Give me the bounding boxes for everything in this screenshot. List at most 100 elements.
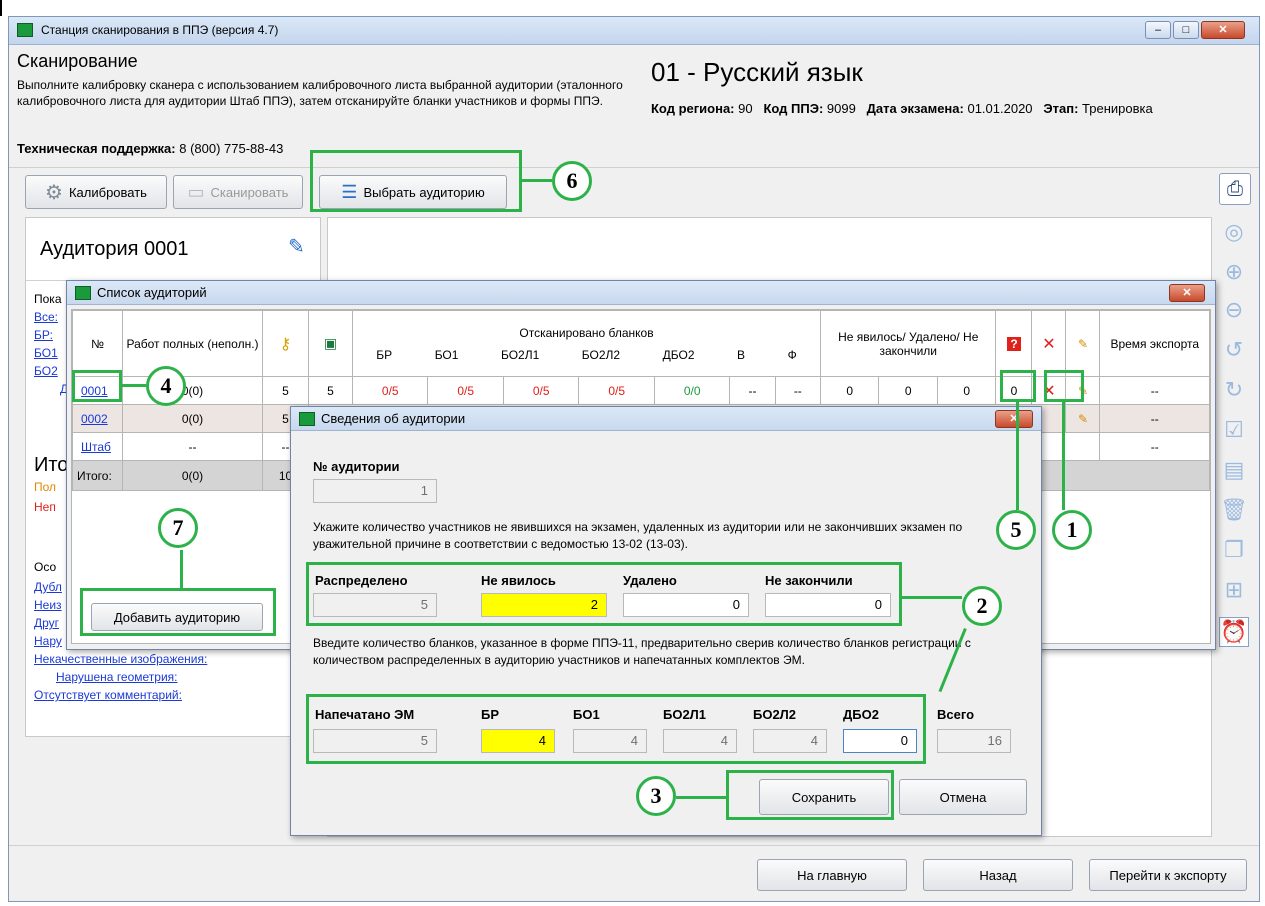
- callout-line: [522, 179, 552, 182]
- cell-dbo2: 0/0: [653, 376, 731, 405]
- go-to-export-button[interactable]: Перейти к экспорту: [1089, 859, 1247, 891]
- bad-images-link[interactable]: Некачественные изображения:: [34, 652, 207, 666]
- special-label: Осо: [34, 560, 57, 574]
- app-icon: [299, 411, 315, 426]
- filter-bo1[interactable]: БО1: [34, 346, 58, 360]
- filter-bo2[interactable]: БО2: [34, 364, 58, 378]
- room-info-title: Сведения об аудитории: [321, 411, 466, 426]
- maximize-button[interactable]: □: [1173, 21, 1199, 39]
- col-edit: ✎: [1065, 310, 1101, 377]
- broken-geometry-link[interactable]: Нарушена геометрия:: [56, 670, 178, 684]
- cell-keys: 5: [262, 376, 309, 405]
- page-heading: Сканирование: [17, 51, 138, 71]
- col-question: ?: [995, 310, 1033, 377]
- rotate-right-icon[interactable]: ↻: [1219, 375, 1249, 405]
- app-icon: [75, 285, 91, 300]
- ppe-value: 9099: [826, 101, 856, 116]
- pages-icon[interactable]: ❐: [1219, 535, 1249, 565]
- edit-icon[interactable]: ✎: [1078, 412, 1088, 426]
- close-button[interactable]: ✕: [1201, 21, 1245, 39]
- check-icon[interactable]: ☑: [1219, 415, 1249, 445]
- room-no-link[interactable]: Штаб: [72, 432, 123, 461]
- cell-unfinished: 0: [936, 376, 997, 405]
- cell-v: --: [729, 376, 776, 405]
- cell-absent: 0: [819, 376, 880, 405]
- room-no-field: 1: [313, 479, 437, 503]
- cell-export: --: [1099, 376, 1210, 405]
- callout-line: [1062, 402, 1065, 510]
- question-icon: ?: [1007, 336, 1021, 351]
- home-button[interactable]: На главную: [757, 859, 907, 891]
- alarm-icon[interactable]: ⏰: [1219, 617, 1249, 647]
- highlight-delete: [1000, 370, 1036, 402]
- room-link-0002[interactable]: 0002: [81, 412, 108, 426]
- instructions: Выполните калибровку сканера с использов…: [17, 78, 623, 108]
- callout-line: [1016, 402, 1019, 510]
- back-button[interactable]: Назад: [923, 859, 1073, 891]
- col-no: №: [72, 310, 123, 377]
- rotate-left-icon[interactable]: ↺: [1219, 335, 1249, 365]
- delete-x-icon: ✕: [1042, 335, 1056, 353]
- region-value: 90: [738, 101, 753, 116]
- room-no-link[interactable]: 0002: [72, 404, 123, 433]
- col-scanned: Отсканировано бланков БР БО1 БО2Л1 БО2Л2…: [352, 310, 821, 377]
- cancel-button[interactable]: Отмена: [899, 779, 1027, 815]
- callout-line: [902, 596, 962, 599]
- print-icon[interactable]: ⎙: [1219, 173, 1251, 205]
- table-row[interactable]: 0001 0(0) 5 5 0/5 0/5 0/5 0/5 0/0 -- -- …: [72, 376, 1210, 405]
- sub-v: В: [737, 347, 746, 362]
- room-info-titlebar: Сведения об аудитории: [291, 407, 1041, 431]
- rooms-table-header: № Работ полных (неполн.) ⚷ ▣ Отсканирова…: [72, 310, 1210, 377]
- special-violation[interactable]: Нару: [34, 634, 62, 648]
- callout-3: 3: [636, 776, 676, 816]
- date-label: Дата экзамена:: [866, 101, 964, 116]
- right-toolbar: ◎ ⊕ ⊖ ↺ ↻ ☑ ▤ 🗑 ❐ ⊞ ⏰: [1217, 217, 1253, 697]
- col-save: ▣: [308, 310, 353, 377]
- support-label: Техническая поддержка:: [17, 141, 176, 156]
- special-other[interactable]: Друг: [34, 616, 59, 630]
- special-dup[interactable]: Дубл: [34, 580, 62, 594]
- cell-removed: 0: [878, 376, 938, 405]
- zoom-in-icon[interactable]: ⊕: [1219, 257, 1249, 287]
- zoom-out-icon[interactable]: ⊖: [1219, 295, 1249, 325]
- filter-br[interactable]: БР:: [34, 328, 53, 342]
- col-scanned-label: Отсканировано бланков: [519, 325, 654, 340]
- comment-icon[interactable]: ▤: [1219, 455, 1249, 485]
- sub-bo2l2: БО2Л2: [581, 347, 621, 362]
- rooms-dialog-title: Список аудиторий: [97, 285, 207, 300]
- cell-bo1: 0/5: [427, 376, 504, 405]
- edit-icon: ✎: [1077, 336, 1089, 351]
- edit-room-button[interactable]: ✎: [1065, 404, 1101, 433]
- window-title: Станция сканирования в ППЭ (версия 4.7): [41, 23, 279, 37]
- view-icon[interactable]: ◎: [1219, 217, 1249, 247]
- scan-button[interactable]: ▭ Сканировать: [173, 175, 303, 209]
- rooms-dialog-close[interactable]: ✕: [1169, 284, 1205, 302]
- callout-6: 6: [552, 161, 592, 201]
- cell-works: 0(0): [122, 376, 263, 405]
- room-link-shtab[interactable]: Штаб: [81, 440, 111, 454]
- sub-bo2l1: БО2Л1: [500, 347, 540, 362]
- cell-f: --: [774, 376, 821, 405]
- stage-label: Этап:: [1043, 101, 1079, 116]
- delete-icon[interactable]: 🗑: [1219, 495, 1249, 525]
- filter-all[interactable]: Все:: [34, 310, 58, 324]
- room-info-close[interactable]: ✕: [995, 410, 1033, 428]
- no-comment-link[interactable]: Отсутствует комментарий:: [34, 688, 182, 702]
- gear-icon: ⚙: [45, 181, 63, 204]
- add-page-icon[interactable]: ⊞: [1219, 575, 1249, 605]
- room-no-label: № аудитории: [313, 459, 400, 474]
- pencil-icon[interactable]: ✎: [288, 234, 305, 259]
- highlight-room-link: [72, 370, 122, 402]
- title-bar: Станция сканирования в ППЭ (версия 4.7) …: [9, 17, 1259, 45]
- minimize-button[interactable]: –: [1145, 21, 1171, 39]
- scan-label: Сканировать: [210, 184, 289, 200]
- total-label: Итого:: [72, 460, 123, 491]
- highlight-save: [726, 770, 894, 820]
- sub-dbo2: ДБО2: [662, 347, 695, 362]
- show-label: Пока: [34, 292, 62, 306]
- highlight-absent-fields: [306, 562, 902, 626]
- special-unknown[interactable]: Неиз: [34, 598, 62, 612]
- calibrate-button[interactable]: ⚙ Калибровать: [25, 175, 167, 209]
- callout-4: 4: [146, 366, 186, 406]
- callout-2: 2: [962, 586, 1002, 626]
